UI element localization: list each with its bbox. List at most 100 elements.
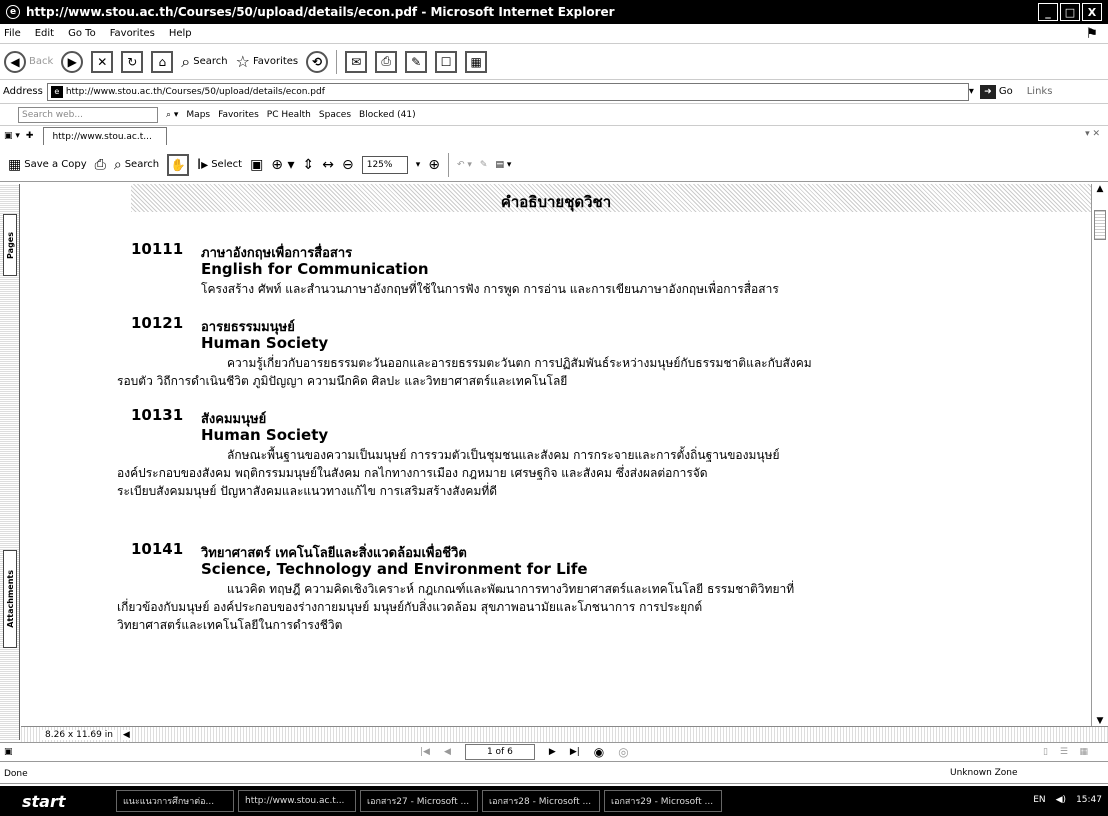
zoom-dropdown-icon[interactable]: ▾ <box>416 160 421 170</box>
speaker-icon[interactable]: ◀) <box>1056 795 1066 805</box>
search-icon: ⌕ <box>181 51 191 71</box>
hand-tool-button[interactable]: ✋ <box>167 153 190 176</box>
discuss-button[interactable]: ☐ <box>435 50 458 73</box>
continuous-icon[interactable]: ☰ <box>1060 747 1068 757</box>
horizontal-scrollbar[interactable]: 8.26 x 11.69 in ◀ <box>21 726 1108 742</box>
save-copy-button[interactable]: ▦ Save a Copy <box>8 157 87 173</box>
attachments-tab[interactable]: Attachments <box>3 550 17 648</box>
edit-button[interactable]: ✎ <box>405 50 428 73</box>
single-page-icon[interactable]: ▯ <box>1043 747 1048 757</box>
links-button[interactable]: Links <box>1027 86 1053 97</box>
ie-logo-icon: e <box>6 5 20 19</box>
go-label: Go <box>998 86 1013 97</box>
start-button[interactable]: start <box>0 786 112 816</box>
attachments-tab-label: Attachments <box>5 570 15 628</box>
print-button[interactable]: ⎙ <box>375 50 398 73</box>
menu-favorites[interactable]: Favorites <box>110 28 155 39</box>
page-icon: e <box>50 85 63 98</box>
minimize-button[interactable]: _ <box>1038 3 1058 21</box>
next-view-icon[interactable]: ◎ <box>618 745 628 759</box>
back-button[interactable]: ◀ Back <box>4 50 53 73</box>
select-tool-button[interactable]: I▸ Select <box>197 157 242 173</box>
zoom-in-icon[interactable]: ⊕ ▾ <box>271 157 294 173</box>
msn-favorites-button[interactable]: Favorites <box>218 110 259 120</box>
forward-button[interactable]: ▶ <box>61 50 84 73</box>
page-layout-icon[interactable]: ▣ <box>4 747 13 757</box>
back-arrow-icon: ◀ <box>4 50 26 73</box>
history-button[interactable]: ⟲ <box>306 50 329 73</box>
menu-edit[interactable]: Edit <box>35 28 54 39</box>
address-dropdown-icon[interactable]: ▾ <box>969 86 974 97</box>
new-tab-icon[interactable]: ✚ <box>26 131 34 141</box>
menu-file[interactable]: File <box>4 28 21 39</box>
course-description-rest: เกี่ยวข้องกับมนุษย์ องค์ประกอบของร่างกาย… <box>117 600 703 632</box>
print-icon[interactable]: ⎙ <box>95 157 106 173</box>
search-button[interactable]: ⌕ Search <box>181 52 227 72</box>
scroll-left-icon[interactable]: ◀ <box>122 729 130 740</box>
taskbar-item-label: เอกสาร27 - Microsoft ... <box>367 797 470 807</box>
facing-icon[interactable]: ▦ <box>1079 747 1088 757</box>
course-description-rest: องค์ประกอบของสังคม พฤติกรรมมนุษย์ในสังคม… <box>117 466 708 498</box>
close-button[interactable]: X <box>1082 3 1102 21</box>
sign-icon[interactable]: ✎ <box>480 160 488 170</box>
first-page-icon[interactable]: |◀ <box>420 747 430 757</box>
course-description: โครงสร้าง ศัพท์ และสำนวนภาษาอังกฤษที่ใช้… <box>117 280 1087 298</box>
standard-toolbar: ◀ Back ▶ ✕ ↻ ⌂ ⌕ Search ☆ Favorites ⟲ ✉ … <box>0 44 1108 80</box>
research-button[interactable]: ▦ <box>465 50 488 73</box>
page-number-field[interactable]: 1 of 6 <box>464 744 535 760</box>
rotate-icon[interactable]: ↶ ▾ <box>457 160 472 170</box>
pages-tab[interactable]: Pages <box>3 214 17 276</box>
taskbar-item-label: เอกสาร28 - Microsoft ... <box>489 797 592 807</box>
tab-close-icon[interactable]: ▾ ✕ <box>1085 129 1100 139</box>
menu-help[interactable]: Help <box>169 28 192 39</box>
maps-button[interactable]: Maps <box>186 110 210 120</box>
zoom-level-field[interactable]: 125% <box>361 155 408 174</box>
taskbar-item[interactable]: เอกสาร27 - Microsoft ... <box>360 790 478 812</box>
review-icon[interactable]: ▤ ▾ <box>495 160 511 170</box>
address-bar: Address e http://www.stou.ac.th/Courses/… <box>0 80 1108 104</box>
course-english-name: Human Society <box>201 426 329 444</box>
fit-page-icon[interactable]: ⇕ <box>303 157 315 173</box>
zoom-plus-icon[interactable]: ⊕ <box>428 157 440 173</box>
course-english-name: Human Society <box>201 334 329 352</box>
last-page-icon[interactable]: ▶| <box>570 747 580 757</box>
next-page-icon[interactable]: ▶ <box>549 747 556 757</box>
snapshot-icon[interactable]: ▣ <box>250 157 263 173</box>
pc-health-button[interactable]: PC Health <box>267 110 311 120</box>
acrobat-search-button[interactable]: ⌕ Search <box>114 157 159 173</box>
language-indicator[interactable]: EN <box>1033 795 1045 805</box>
blocked-button[interactable]: Blocked (41) <box>359 110 416 120</box>
spaces-button[interactable]: Spaces <box>319 110 351 120</box>
course-english-name: English for Communication <box>201 260 429 278</box>
mail-button[interactable]: ✉ <box>345 50 368 73</box>
fit-width-icon[interactable]: ↔ <box>322 157 334 173</box>
page-navigation-controls: |◀ ◀ 1 of 6 ▶ ▶| ◉ ◎ <box>420 744 629 760</box>
taskbar-item[interactable]: เอกสาร29 - Microsoft ... <box>604 790 722 812</box>
favorites-button[interactable]: ☆ Favorites <box>236 52 299 71</box>
tab-current[interactable]: http://www.stou.ac.t... <box>43 127 168 145</box>
maximize-button[interactable]: □ <box>1060 3 1080 21</box>
zoom-out-icon[interactable]: ⊖ <box>342 157 354 173</box>
taskbar-item[interactable]: http://www.stou.ac.t... <box>238 790 356 812</box>
go-button[interactable]: ➜ Go <box>979 84 1013 99</box>
web-search-input[interactable]: Search web... <box>18 106 158 123</box>
address-input[interactable]: e http://www.stou.ac.th/Courses/50/uploa… <box>46 82 969 101</box>
taskbar-item-label: http://www.stou.ac.t... <box>245 796 345 806</box>
scroll-up-icon[interactable]: ▲ <box>1092 184 1108 198</box>
scroll-thumb[interactable] <box>1094 210 1106 240</box>
previous-view-icon[interactable]: ◉ <box>594 745 604 759</box>
vertical-scrollbar[interactable]: ▲ ▼ <box>1091 184 1108 730</box>
menu-goto[interactable]: Go To <box>68 28 96 39</box>
search-label: Search <box>193 56 228 67</box>
address-label: Address <box>3 86 43 97</box>
search-web-icon[interactable]: ⌕ ▾ <box>166 110 178 120</box>
taskbar-item[interactable]: เอกสาร28 - Microsoft ... <box>482 790 600 812</box>
taskbar-item[interactable]: แนะแนวการศึกษาต่อ... <box>116 790 234 812</box>
home-button[interactable]: ⌂ <box>151 50 174 73</box>
tab-list-icon[interactable]: ▣ ▾ <box>4 131 20 141</box>
course-description: แนวคิด ทฤษฎี ความคิดเชิงวิเคราะห์ กฎเกณฑ… <box>117 580 1087 634</box>
window-title: http://www.stou.ac.th/Courses/50/upload/… <box>26 5 615 19</box>
stop-button[interactable]: ✕ <box>91 50 114 73</box>
refresh-button[interactable]: ↻ <box>121 50 144 73</box>
previous-page-icon[interactable]: ◀ <box>444 747 451 757</box>
